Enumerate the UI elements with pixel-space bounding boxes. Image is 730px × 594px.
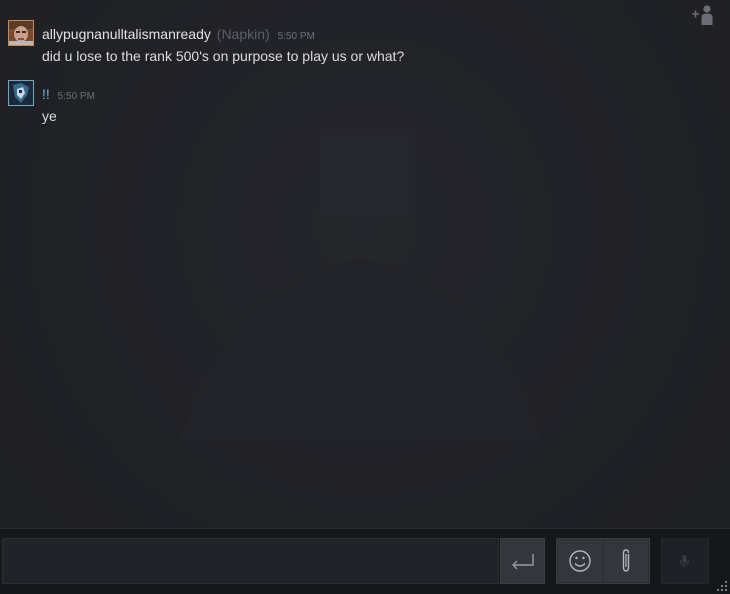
enter-arrow-icon bbox=[512, 554, 534, 570]
avatar[interactable] bbox=[8, 80, 34, 106]
message-header: allypugnanulltalismanready (Napkin) 5:50… bbox=[42, 26, 315, 45]
resize-grip-icon bbox=[717, 581, 727, 591]
message-header: !! 5:50 PM bbox=[42, 86, 95, 105]
chat-window: allypugnanulltalismanready (Napkin) 5:50… bbox=[0, 0, 730, 594]
smiley-icon bbox=[569, 550, 591, 572]
chat-input-bar bbox=[0, 528, 730, 594]
avatar-image bbox=[9, 21, 33, 45]
add-friend-button[interactable] bbox=[690, 4, 716, 26]
add-friend-icon bbox=[692, 5, 713, 25]
sender-name[interactable]: !! bbox=[42, 86, 50, 102]
send-button[interactable] bbox=[500, 538, 545, 584]
chat-message-input[interactable] bbox=[2, 538, 499, 584]
background-watermark bbox=[180, 130, 540, 440]
avatar[interactable] bbox=[8, 20, 34, 46]
chat-tools bbox=[556, 538, 650, 584]
voice-chat-button[interactable] bbox=[661, 538, 709, 584]
attach-button[interactable] bbox=[604, 540, 648, 582]
sender-name[interactable]: allypugnanulltalismanready bbox=[42, 26, 211, 42]
microphone-icon bbox=[680, 555, 689, 567]
message-timestamp: 5:50 PM bbox=[277, 31, 315, 42]
paperclip-icon bbox=[622, 549, 630, 572]
emoji-button[interactable] bbox=[558, 540, 602, 582]
avatar-image bbox=[9, 81, 33, 105]
sender-nickname: (Napkin) bbox=[216, 26, 270, 42]
resize-grip[interactable] bbox=[714, 579, 728, 593]
message-text: ye bbox=[42, 108, 57, 124]
message-timestamp: 5:50 PM bbox=[57, 91, 95, 102]
message-text: did u lose to the rank 500's on purpose … bbox=[42, 48, 405, 64]
